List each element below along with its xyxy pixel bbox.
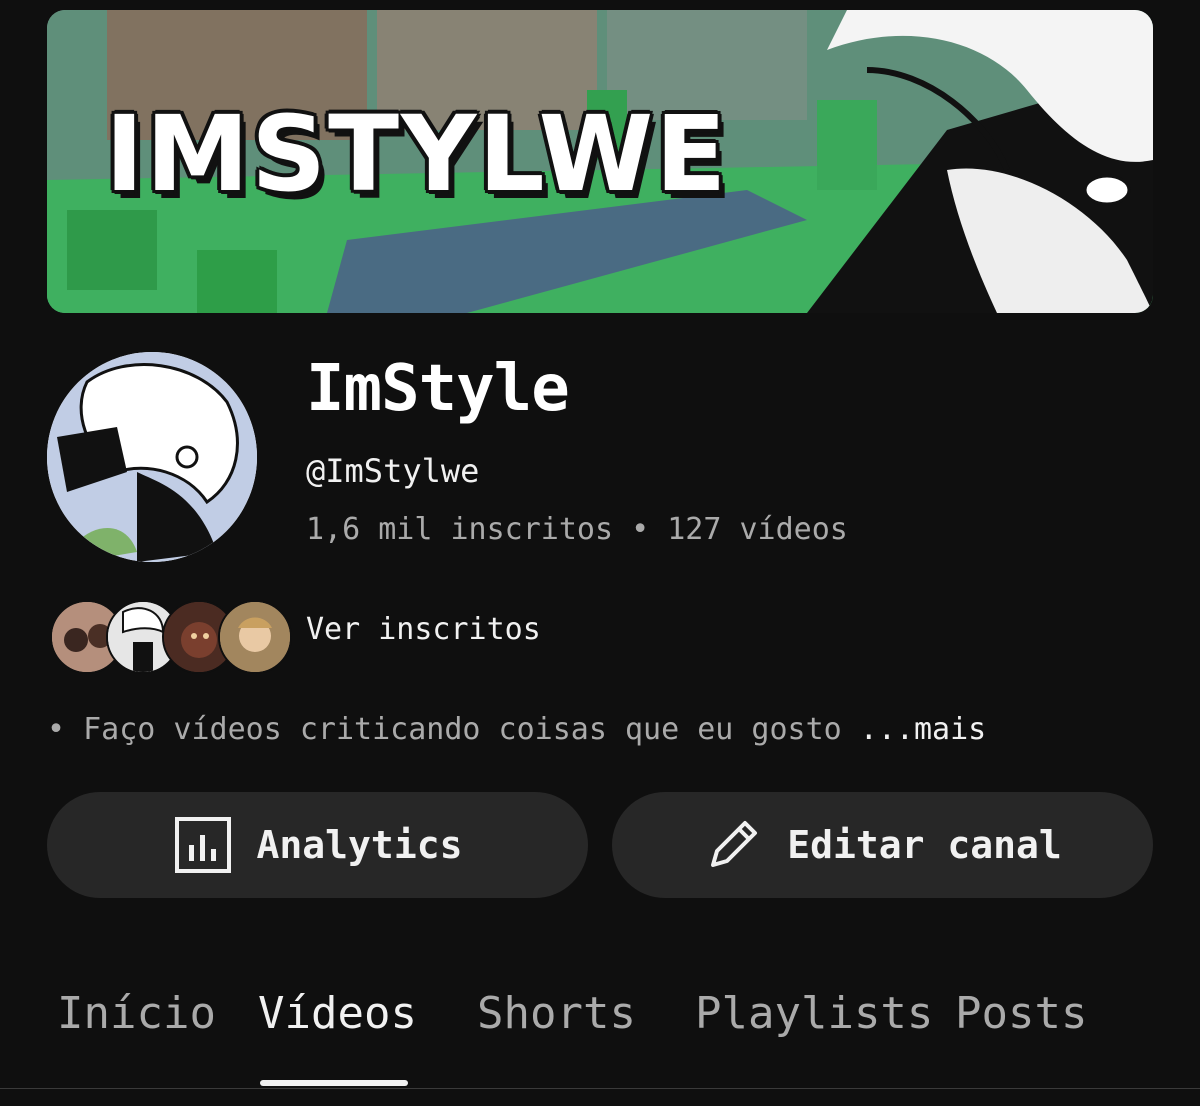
subscriber-avatars[interactable] xyxy=(50,600,292,674)
edit-channel-button[interactable]: Editar canal xyxy=(612,792,1153,898)
analytics-icon xyxy=(174,817,231,873)
tab-videos[interactable]: Vídeos xyxy=(258,988,417,1039)
analytics-button[interactable]: Analytics xyxy=(47,792,588,898)
avatar-illustration xyxy=(47,352,257,562)
subscriber-avatar xyxy=(218,600,292,674)
banner-title: IMSTYLWE xyxy=(105,93,729,215)
tab-playlists[interactable]: Playlists xyxy=(695,988,933,1039)
description-text: • Faço vídeos criticando coisas que eu g… xyxy=(47,712,860,747)
channel-stats: 1,6 mil inscritos • 127 vídeos xyxy=(306,512,848,547)
tab-shorts[interactable]: Shorts xyxy=(477,988,636,1039)
pencil-icon xyxy=(711,821,758,867)
edit-channel-label: Editar canal xyxy=(787,823,1062,867)
channel-description[interactable]: • Faço vídeos criticando coisas que eu g… xyxy=(47,712,986,747)
channel-name: ImStyle xyxy=(306,352,570,426)
analytics-label: Analytics xyxy=(256,823,463,867)
more-link[interactable]: ...mais xyxy=(860,712,986,747)
tab-inicio[interactable]: Início xyxy=(57,988,216,1039)
tab-posts[interactable]: Posts xyxy=(955,988,1087,1039)
channel-tabs: Início Vídeos Shorts Playlists Posts xyxy=(0,970,1200,1089)
channel-banner: IMSTYLWE xyxy=(47,10,1153,313)
active-tab-indicator xyxy=(260,1080,408,1086)
channel-handle: @ImStylwe xyxy=(306,452,480,490)
channel-avatar[interactable] xyxy=(47,352,257,562)
view-subscribers-link[interactable]: Ver inscritos xyxy=(306,612,541,647)
